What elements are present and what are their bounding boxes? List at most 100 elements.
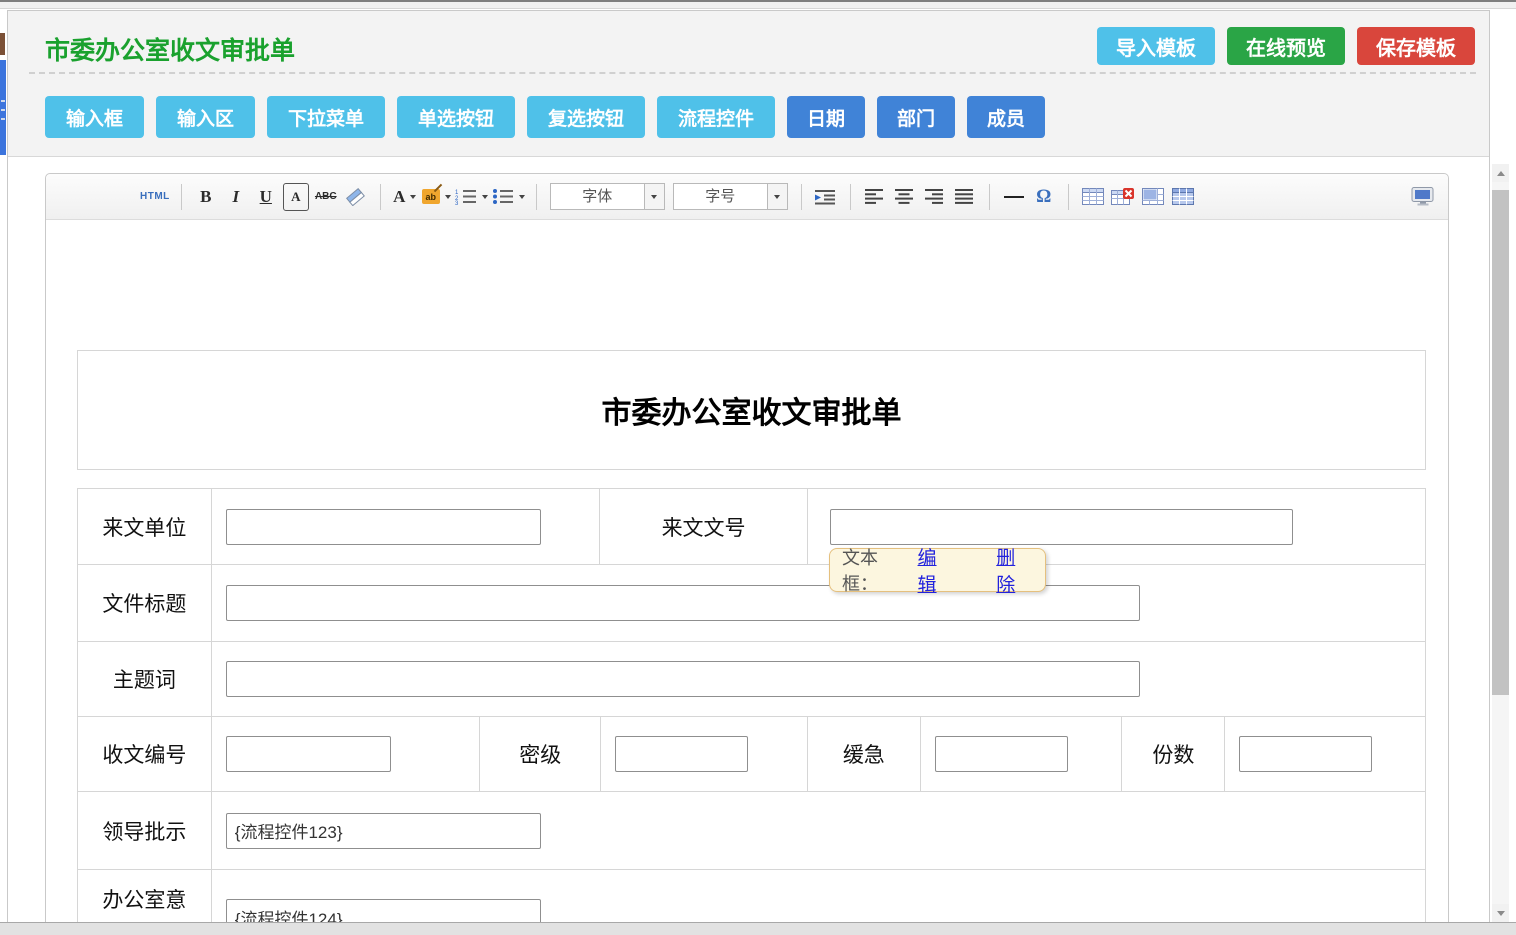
font-color-icon[interactable]: A [392,183,418,211]
field-label: 份数 [1121,717,1224,791]
panel-header: 市委办公室收文审批单 导入模板在线预览保存模板 输入框输入区下拉菜单单选按钮复选… [8,11,1489,157]
receipt-number-input[interactable] [226,736,391,772]
svg-text:3: 3 [455,201,459,205]
tooltip-label: 文本框： [842,544,912,596]
align-center-icon[interactable] [892,183,918,211]
input-area-control-button[interactable]: 输入区 [156,96,255,138]
subject-words-input[interactable] [226,661,1140,697]
leader-instruction-input[interactable] [226,813,541,849]
toolbar-separator [850,184,851,210]
unordered-list-icon[interactable] [492,183,525,211]
field-label: 密级 [479,717,600,791]
control-toolbox: 输入框输入区下拉菜单单选按钮复选按钮流程控件日期部门成员 [45,96,1045,138]
input-cell [211,792,1425,869]
checkbox-button-control-button[interactable]: 复选按钮 [527,96,645,138]
dropdown-menu-control-button[interactable]: 下拉菜单 [267,96,385,138]
insert-table-icon[interactable] [1080,183,1106,211]
delete-table-icon[interactable] [1110,183,1136,211]
input-cell [211,717,480,791]
align-left-icon[interactable] [862,183,888,211]
import-template-button[interactable]: 导入模板 [1097,27,1215,65]
date-control-button[interactable]: 日期 [787,96,865,138]
field-label: 办公室意 [78,870,211,923]
bold-icon[interactable]: B [193,183,219,211]
editor-toolbar: HTML B I U A ABC A ab 123 字体 [46,174,1448,220]
security-level-input[interactable] [615,736,748,772]
urgency-input[interactable] [935,736,1068,772]
html-source-icon[interactable]: HTML [140,183,170,211]
input-cell [211,642,1425,716]
align-justify-icon[interactable] [952,183,978,211]
input-box-control-button[interactable]: 输入框 [45,96,144,138]
font-size-dropdown-icon[interactable] [767,184,787,209]
background-sidebar-sliver [0,30,6,160]
table-row: 领导批示 [78,791,1425,869]
editor-content[interactable]: 市委办公室收文审批单 来文单位来文文号文件标题主题词收文编号密级缓急份数领导批示… [46,220,1448,923]
rich-text-editor: HTML B I U A ABC A ab 123 字体 [45,173,1449,923]
field-label: 收文编号 [78,717,211,791]
online-preview-button[interactable]: 在线预览 [1227,27,1345,65]
toolbar-separator [1068,184,1069,210]
horizontal-rule-icon[interactable] [1001,183,1027,211]
special-char-icon[interactable]: Ω [1031,183,1057,211]
header-actions: 导入模板在线预览保存模板 [1097,27,1475,65]
sidebar-fragment-blue [0,60,6,155]
sidebar-fragment [0,33,5,55]
field-label: 来文单位 [78,489,211,564]
table-row: 文件标题 [78,564,1425,641]
toolbar-separator [989,184,990,210]
window-top-gap [0,2,1516,9]
edit-field-link[interactable]: 编辑 [918,543,955,597]
office-opinion-input[interactable] [226,899,541,923]
scroll-up-icon[interactable] [1492,164,1509,182]
italic-icon[interactable]: I [223,183,249,211]
toolbar-separator [181,184,182,210]
table-row: 办公室意 [78,869,1425,923]
table-row: 收文编号密级缓急份数 [78,716,1425,791]
form-table: 来文单位来文文号文件标题主题词收文编号密级缓急份数领导批示办公室意 [77,488,1426,923]
window-bottom-strip [0,922,1516,935]
document-title-heading: 市委办公室收文审批单 [77,350,1426,470]
toolbar-separator [536,184,537,210]
remove-format-icon[interactable] [343,183,369,211]
radio-button-control-button[interactable]: 单选按钮 [397,96,515,138]
incoming-unit-input[interactable] [226,509,541,545]
font-family-dropdown-icon[interactable] [644,184,664,209]
field-label: 主题词 [78,642,211,716]
align-right-icon[interactable] [922,183,948,211]
font-family-select[interactable]: 字体 [550,183,665,210]
dashed-divider [29,72,1476,74]
incoming-doc-number-input[interactable] [830,509,1293,545]
char-border-icon[interactable]: A [283,183,309,211]
save-template-button[interactable]: 保存模板 [1357,27,1475,65]
table-grid-icon[interactable] [1170,183,1196,211]
vertical-scrollbar[interactable] [1492,164,1509,922]
table-row: 主题词 [78,641,1425,716]
department-control-button[interactable]: 部门 [877,96,955,138]
highlight-color-icon[interactable]: ab [422,183,451,211]
delete-field-link[interactable]: 删除 [996,543,1033,597]
scrollbar-thumb[interactable] [1492,190,1509,695]
input-cell [1224,717,1425,791]
underline-icon[interactable]: U [253,183,279,211]
input-cell [600,717,807,791]
toolbar-separator [380,184,381,210]
input-cell [211,565,1425,641]
indent-icon[interactable] [813,183,839,211]
field-label: 来文文号 [599,489,807,564]
merge-cells-icon[interactable] [1140,183,1166,211]
scroll-down-icon[interactable] [1492,904,1509,922]
field-label: 文件标题 [78,565,211,641]
page-title: 市委办公室收文审批单 [45,31,295,67]
field-label: 领导批示 [78,792,211,869]
copies-input[interactable] [1239,736,1372,772]
input-cell [211,870,1425,923]
member-control-button[interactable]: 成员 [967,96,1045,138]
font-size-select[interactable]: 字号 [673,183,788,210]
input-cell [920,717,1122,791]
fullscreen-icon[interactable] [1410,183,1436,211]
ordered-list-icon[interactable]: 123 [455,183,488,211]
table-row: 来文单位 来文文号 [78,489,1425,564]
flow-control-control-button[interactable]: 流程控件 [657,96,775,138]
strikethrough-icon[interactable]: ABC [313,183,339,211]
